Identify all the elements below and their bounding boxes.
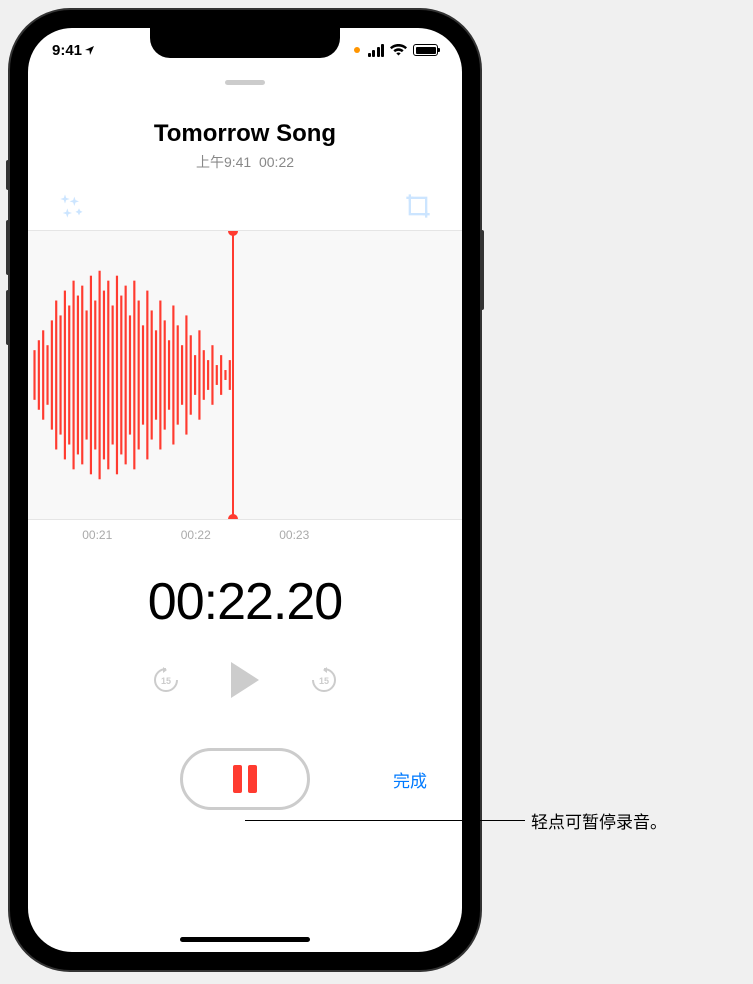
- playback-controls: 15 15: [28, 652, 462, 728]
- notch: [150, 28, 340, 58]
- ruler-tick: 00:23: [245, 528, 344, 542]
- home-indicator[interactable]: [180, 937, 310, 942]
- volume-down-button: [6, 290, 10, 345]
- ruler-tick: 00:21: [48, 528, 147, 542]
- volume-up-button: [6, 220, 10, 275]
- cellular-signal-icon: [368, 44, 385, 57]
- battery-icon: [413, 44, 438, 56]
- trim-icon[interactable]: [404, 192, 432, 220]
- mute-switch: [6, 160, 10, 190]
- ruler-tick: 00:22: [147, 528, 246, 542]
- play-icon[interactable]: [231, 662, 259, 698]
- annotation-callout: 轻点可暂停录音。: [245, 808, 667, 833]
- enhance-icon[interactable]: [58, 192, 86, 220]
- wifi-icon: [390, 44, 407, 56]
- done-button[interactable]: 完成: [393, 767, 427, 792]
- skip-forward-15-icon[interactable]: 15: [309, 665, 339, 695]
- meta-prefix: 上午: [196, 154, 224, 170]
- recording-indicator-dot: [354, 47, 360, 53]
- playhead-indicator[interactable]: [232, 231, 234, 519]
- power-button: [480, 230, 484, 310]
- recording-meta: 上午9:41 00:22: [48, 152, 442, 172]
- meta-duration: 00:22: [259, 154, 294, 170]
- skip-back-15-icon[interactable]: 15: [151, 665, 181, 695]
- meta-time: 9:41: [224, 154, 251, 170]
- pause-button[interactable]: [180, 748, 310, 810]
- callout-line: [245, 820, 525, 821]
- status-right: [354, 44, 439, 57]
- pause-icon: [248, 765, 257, 793]
- callout-text: 轻点可暂停录音。: [531, 808, 667, 833]
- location-icon: [84, 44, 96, 56]
- svg-text:15: 15: [161, 676, 171, 686]
- elapsed-timer: 00:22.20: [28, 542, 462, 652]
- waveform-icon: [28, 231, 462, 519]
- waveform-display[interactable]: [28, 230, 462, 520]
- status-time: 9:41: [52, 42, 96, 59]
- clock-text: 9:41: [52, 42, 82, 59]
- edit-toolbar: [28, 182, 462, 230]
- recording-title: Tomorrow Song: [48, 120, 442, 148]
- recording-header: Tomorrow Song 上午9:41 00:22: [28, 85, 462, 182]
- time-ruler: 00:21 00:22 00:23: [28, 520, 462, 542]
- pause-icon: [233, 765, 242, 793]
- ruler-tick: [344, 528, 443, 542]
- svg-text:15: 15: [319, 676, 329, 686]
